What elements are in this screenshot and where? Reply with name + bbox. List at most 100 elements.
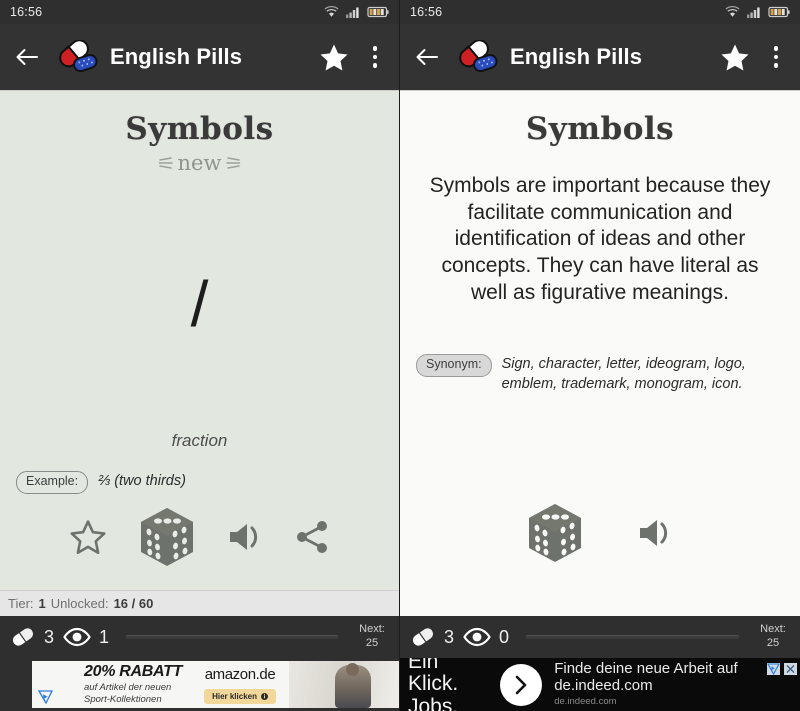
status-bar-left: 16:56 — [0, 0, 399, 24]
next-value: 25 — [365, 637, 379, 649]
phone-screen-right: 16:56 English Pills Symbols Symbols are … — [400, 0, 800, 711]
stats-bar-right: 3 0 Next: 25 — [400, 616, 800, 658]
status-bar-right: 16:56 — [400, 0, 800, 24]
synonym-text: Sign, character, letter, ideogram, logo,… — [501, 356, 746, 392]
wifi-icon — [324, 6, 339, 18]
pills-stat[interactable]: 3 — [410, 627, 454, 648]
kebab-dot — [773, 46, 779, 51]
example-text: ⅔ (two thirds) — [98, 473, 186, 490]
back-arrow-icon[interactable] — [12, 42, 42, 72]
action-bar-right — [400, 490, 800, 616]
close-icon[interactable] — [783, 661, 798, 676]
ad-banner-indeed[interactable]: Ein Klick. Jobs. Finde deine neue Arbeit… — [400, 658, 800, 711]
kebab-dot — [372, 63, 378, 68]
ad-badges — [766, 661, 798, 676]
cellular-signal-icon — [747, 6, 761, 18]
info-icon — [260, 692, 268, 700]
badge-dashes-right — [226, 154, 242, 172]
new-badge-label: new — [177, 151, 222, 175]
example-chip-label: Example: — [16, 471, 89, 494]
dice-icon[interactable] — [525, 502, 585, 564]
app-title: English Pills — [510, 44, 643, 69]
pills-icon — [454, 40, 498, 74]
progress-bar-left[interactable] — [126, 635, 338, 639]
kebab-dot — [372, 54, 378, 60]
ad-photo — [289, 661, 399, 708]
ad-brand: amazon.de — [204, 665, 276, 683]
next-label: Next: — [359, 623, 385, 636]
symbol-glyph: / — [190, 268, 209, 341]
views-stat[interactable]: 1 — [63, 627, 109, 648]
ad-subline: auf Artikel der neuen Sport-Kollektionen — [84, 681, 172, 705]
chevron-right-icon[interactable] — [500, 663, 543, 706]
views-count: 0 — [499, 626, 510, 647]
adchoices-icon[interactable] — [766, 661, 781, 676]
star-filled-icon[interactable] — [317, 40, 351, 74]
adchoices-icon[interactable] — [38, 690, 54, 704]
kebab-dot — [372, 46, 378, 51]
status-clock: 16:56 — [410, 5, 443, 19]
badge-dashes-left — [157, 154, 173, 172]
app-bar-right: English Pills — [400, 24, 800, 90]
dice-icon[interactable] — [137, 506, 197, 568]
ad-copy: 20% RABATT auf Artikel der neuen Sport-K… — [84, 662, 183, 706]
pill-icon — [410, 627, 436, 647]
star-filled-icon[interactable] — [718, 40, 752, 74]
example-row: Example: ⅔ (two thirds) — [0, 457, 399, 494]
synonym-chip-label: Synonym: — [416, 354, 492, 377]
eye-icon — [63, 627, 91, 647]
pills-stat[interactable]: 3 — [10, 627, 54, 648]
wifi-icon — [725, 6, 740, 18]
definition-text: Symbols are important because they facil… — [429, 174, 771, 304]
dual-screenshot-container: 16:56 English Pills Symbols new / fracti… — [0, 0, 800, 711]
views-stat[interactable]: 0 — [463, 627, 509, 648]
kebab-menu-icon[interactable] — [764, 42, 788, 72]
ad-main-text: Finde deine neue Arbeit auf de.indeed.co… — [554, 660, 738, 695]
flashcard-front: Symbols new / fraction Example: ⅔ (two t… — [0, 90, 399, 616]
speaker-icon[interactable] — [227, 520, 265, 554]
back-arrow-icon[interactable] — [412, 42, 442, 72]
battery-icon — [768, 6, 790, 18]
action-bar-left — [0, 494, 399, 590]
favorite-star-icon[interactable] — [69, 519, 107, 556]
unlocked-value: 16 / 60 — [113, 596, 154, 611]
ad-cta-button[interactable]: Hier klicken — [204, 688, 276, 704]
ad-headline: 20% RABATT — [84, 662, 183, 680]
page-title: Symbols — [125, 111, 274, 147]
phone-screen-left: 16:56 English Pills Symbols new / fracti… — [0, 0, 400, 711]
kebab-dot — [773, 54, 779, 60]
app-bar-left: English Pills — [0, 24, 399, 90]
tier-label: Tier: — [8, 596, 34, 611]
unlocked-label: Unlocked: — [50, 596, 109, 611]
app-title: English Pills — [110, 44, 243, 69]
pill-icon — [10, 627, 36, 647]
kebab-menu-icon[interactable] — [363, 42, 387, 72]
next-counter: Next: 25 — [756, 623, 790, 651]
stats-bar-left: 3 1 Next: 25 — [0, 616, 399, 658]
battery-icon — [367, 6, 389, 18]
pills-icon — [54, 40, 98, 74]
views-count: 1 — [99, 626, 110, 647]
cellular-signal-icon — [346, 6, 360, 18]
status-clock: 16:56 — [10, 5, 43, 19]
ad-banner-amazon[interactable]: 20% RABATT auf Artikel der neuen Sport-K… — [0, 658, 399, 711]
progress-bar-right[interactable] — [526, 635, 739, 639]
symbol-display-area: / — [0, 177, 399, 431]
share-icon[interactable] — [295, 520, 331, 554]
ad-cta-label: Hier klicken — [212, 691, 257, 701]
ad-copy: Finde deine neue Arbeit auf de.indeed.co… — [554, 661, 800, 707]
word-label: fraction — [171, 431, 228, 451]
page-title: Symbols — [525, 111, 675, 147]
new-badge: new — [0, 151, 399, 177]
tier-status-bar: Tier: 1 Unlocked: 16 / 60 — [0, 590, 399, 616]
ad-headline: Ein Klick. Jobs. — [408, 658, 459, 711]
pills-count: 3 — [44, 626, 55, 647]
status-icons — [725, 6, 790, 18]
speaker-icon[interactable] — [637, 516, 675, 550]
next-counter: Next: 25 — [355, 623, 389, 651]
tier-value: 1 — [38, 596, 46, 611]
next-value: 25 — [766, 637, 780, 649]
status-icons — [324, 6, 389, 18]
kebab-dot — [773, 63, 779, 68]
next-label: Next: — [760, 623, 786, 636]
